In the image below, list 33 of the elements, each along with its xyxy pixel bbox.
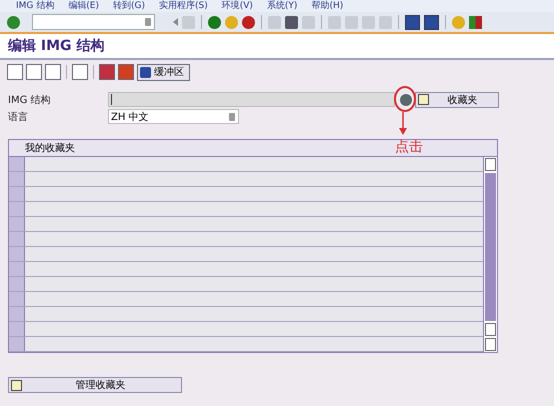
menu-item[interactable]: 编辑(E)	[68, 0, 99, 12]
annotation-text: 点击	[395, 138, 423, 156]
menu-item[interactable]: IMG 结构	[16, 0, 54, 12]
field-label: 语言	[8, 110, 29, 124]
buffer-button[interactable]: 缓冲区	[137, 64, 190, 80]
command-field[interactable]	[32, 14, 155, 30]
menu-item[interactable]: 系统(Y)	[266, 0, 298, 12]
manage-favorites-button[interactable]: 管理收藏夹	[8, 377, 182, 393]
row-selector[interactable]	[9, 232, 25, 246]
row-selector[interactable]	[9, 307, 25, 321]
screen-title: 编辑 IMG 结构	[8, 37, 104, 55]
row-selector[interactable]	[9, 247, 25, 261]
menu-item[interactable]: 环境(V)	[222, 0, 253, 12]
row-selector[interactable]	[9, 262, 25, 276]
column-header: 我的收藏夹	[25, 142, 75, 155]
row-selector[interactable]	[9, 187, 25, 201]
row-selector[interactable]	[9, 157, 25, 171]
annotation-arrow	[398, 112, 408, 136]
menu-item[interactable]: 帮助(H)	[311, 0, 344, 12]
row-selector[interactable]	[9, 322, 25, 336]
row-selector[interactable]	[9, 217, 25, 231]
favorites-button[interactable]: 收藏夹	[415, 92, 499, 108]
row-selector[interactable]	[9, 202, 25, 216]
language-dropdown[interactable]: ZH 中文	[108, 109, 239, 124]
row-selector[interactable]	[9, 172, 25, 186]
menu-item[interactable]: 实用程序(S)	[158, 0, 208, 12]
field-label: IMG 结构	[8, 94, 52, 106]
row-selector[interactable]	[9, 277, 25, 291]
scrollbar[interactable]	[483, 157, 497, 352]
row-selector[interactable]	[9, 337, 25, 351]
menu-item[interactable]: 转到(G)	[112, 0, 145, 12]
row-selector[interactable]	[9, 292, 25, 306]
input-field[interactable]	[108, 92, 395, 107]
